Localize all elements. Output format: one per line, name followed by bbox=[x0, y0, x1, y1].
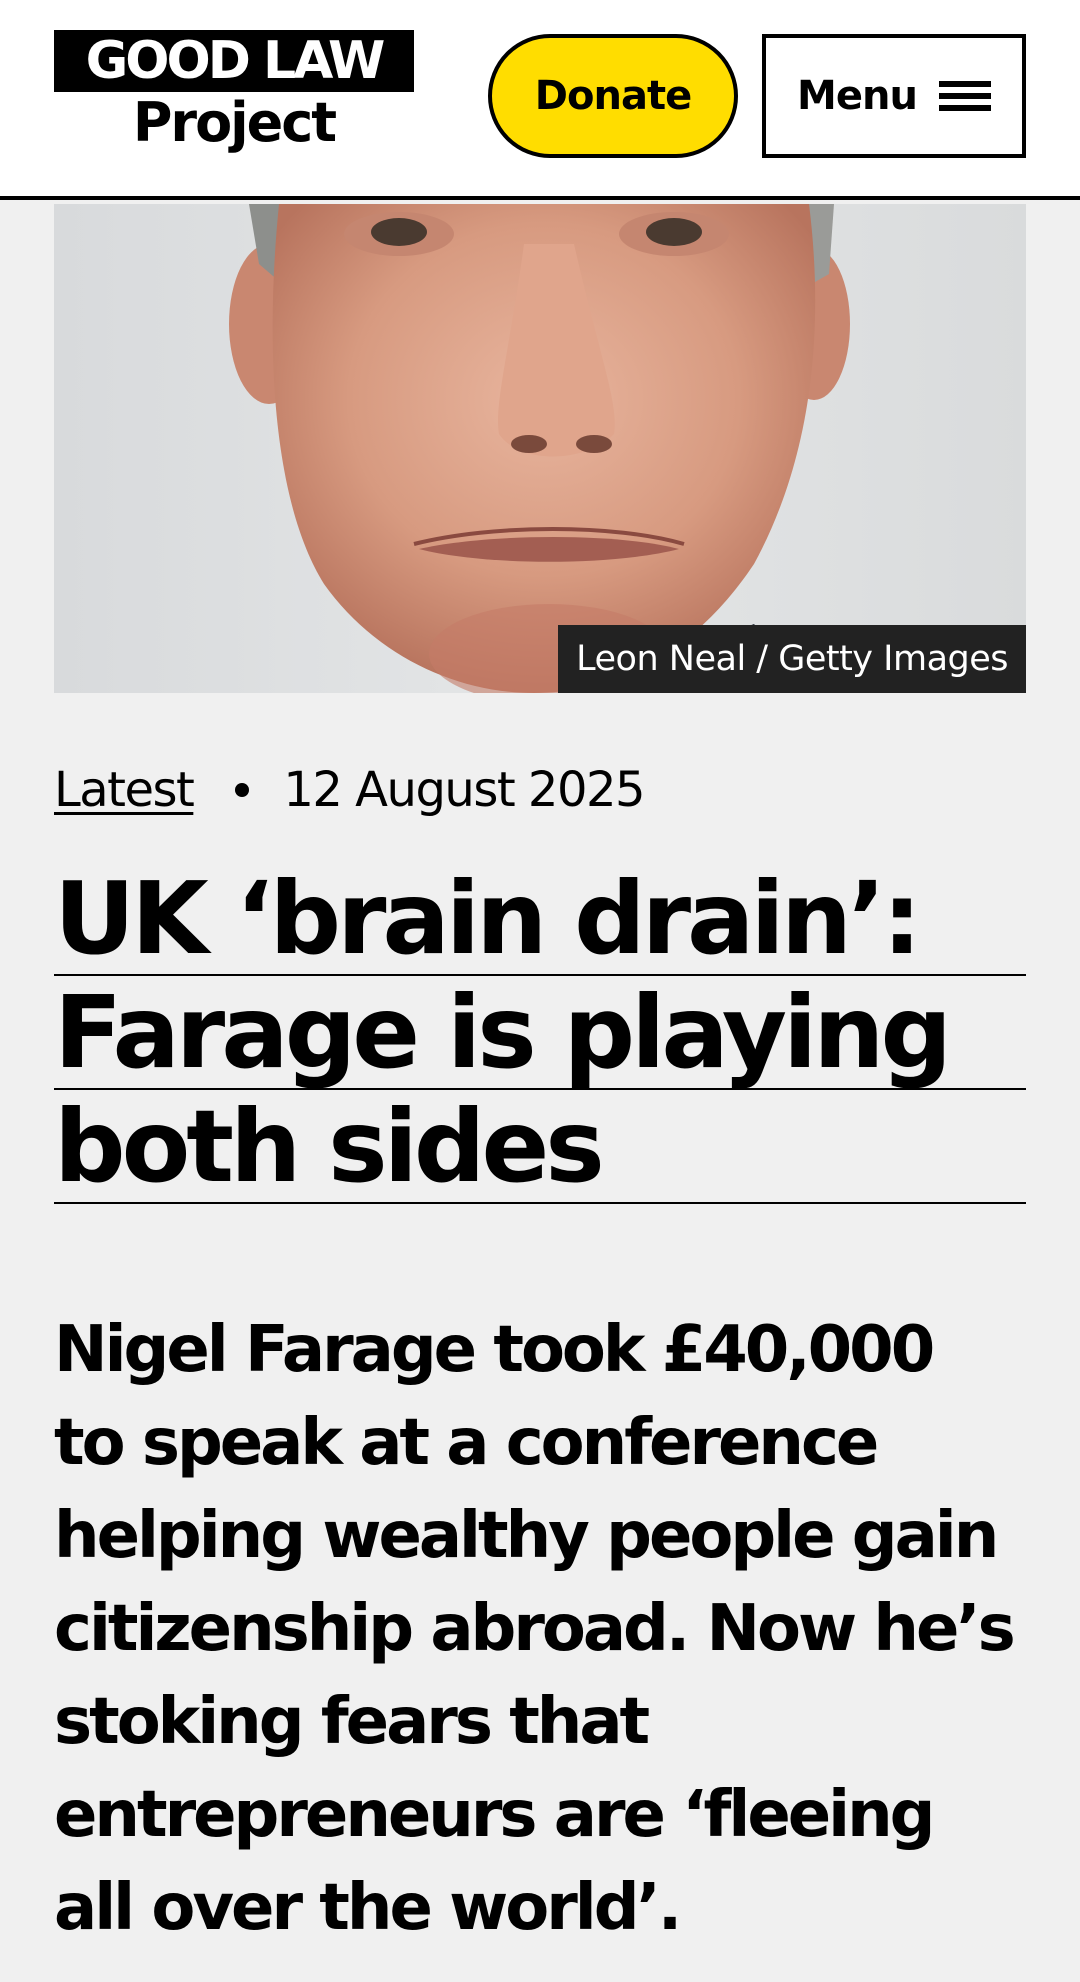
standfirst-line: all over the world’. bbox=[54, 1871, 682, 1945]
standfirst-line: stoking fears that bbox=[54, 1685, 650, 1759]
headline-line: UK ‘brain drain’: bbox=[54, 862, 1026, 976]
standfirst-line: to speak at a conference bbox=[54, 1406, 879, 1480]
site-logo[interactable]: GOOD LAW Project bbox=[54, 30, 414, 165]
logo-line-1: GOOD LAW bbox=[54, 30, 414, 92]
headline-line: Farage is playing bbox=[54, 976, 1026, 1090]
donate-button[interactable]: Donate bbox=[488, 34, 738, 158]
article-meta: Latest 12 August 2025 bbox=[54, 758, 646, 822]
article-standfirst: Nigel Farage took £40,000 to speak at a … bbox=[54, 1304, 1044, 1955]
standfirst-line: helping wealthy people gain bbox=[54, 1499, 999, 1573]
menu-label: Menu bbox=[797, 73, 918, 119]
site-header: GOOD LAW Project Donate Menu bbox=[0, 0, 1080, 200]
hamburger-icon bbox=[938, 81, 991, 111]
image-credit: Leon Neal / Getty Images bbox=[558, 625, 1026, 693]
standfirst-line: citizenship abroad. Now he’s bbox=[54, 1592, 1016, 1666]
article-headline: UK ‘brain drain’: Farage is playing both… bbox=[54, 862, 1026, 1204]
standfirst-line: entrepreneurs are ‘fleeing bbox=[54, 1778, 935, 1852]
category-link[interactable]: Latest bbox=[54, 762, 195, 818]
publish-date: 12 August 2025 bbox=[283, 762, 645, 818]
separator-dot bbox=[235, 783, 250, 797]
portrait-photo bbox=[229, 204, 850, 693]
logo-line-2: Project bbox=[132, 91, 337, 154]
menu-button[interactable]: Menu bbox=[762, 34, 1026, 158]
hero-image: Leon Neal / Getty Images bbox=[54, 204, 1026, 693]
headline-line: both sides bbox=[54, 1090, 1026, 1204]
standfirst-line: Nigel Farage took £40,000 bbox=[54, 1313, 935, 1387]
